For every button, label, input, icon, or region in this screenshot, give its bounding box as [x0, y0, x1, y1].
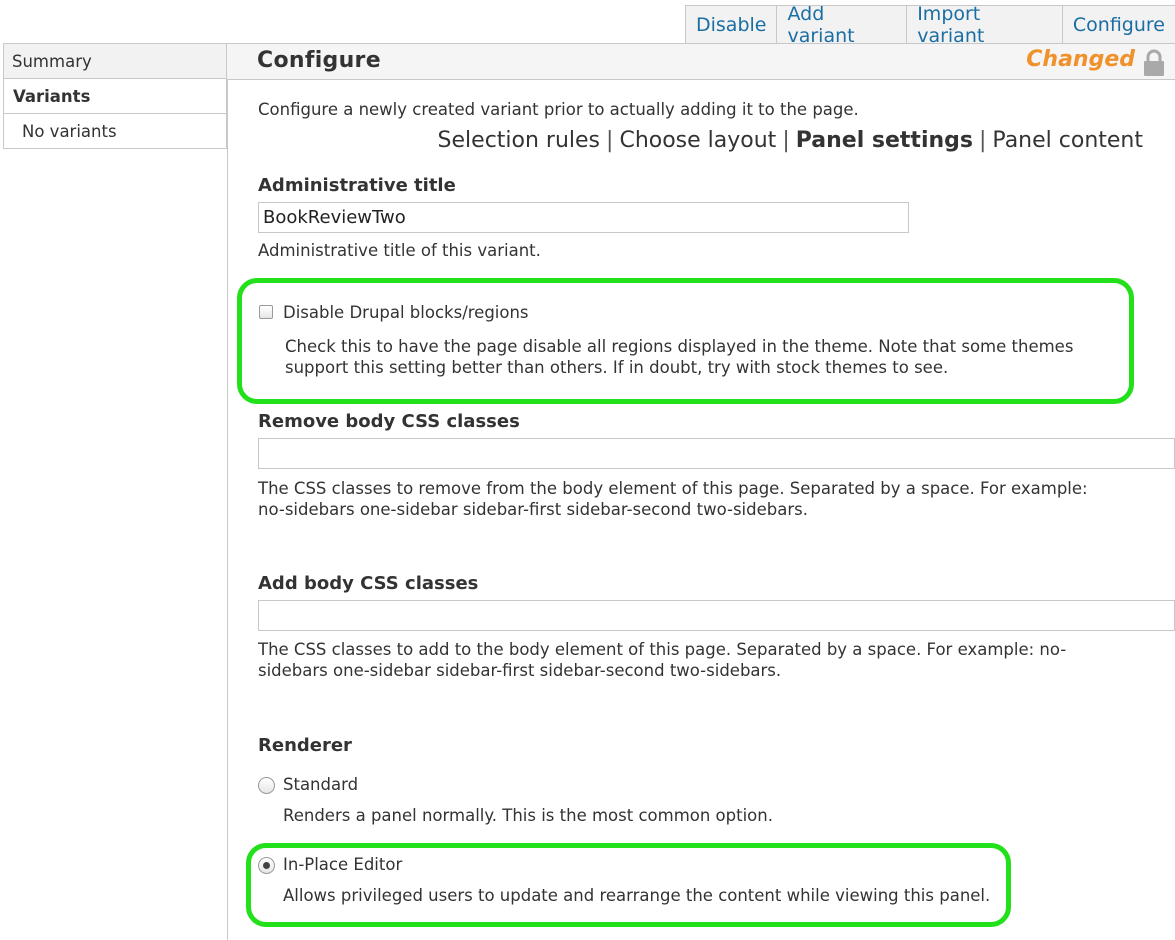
sidebar-heading-variants: Variants: [3, 78, 227, 114]
sidebar-item-summary[interactable]: Summary: [3, 43, 227, 79]
page-title: Configure: [257, 48, 381, 73]
admin-title-input[interactable]: [258, 202, 909, 233]
variant-tabs: Disable Add variant Import variant Confi…: [685, 3, 1175, 47]
admin-title-description: Administrative title of this variant.: [258, 241, 541, 260]
admin-title-label: Administrative title: [258, 175, 456, 196]
tab-disable[interactable]: Disable: [685, 5, 778, 43]
wizard-steps: Selection rules | Choose layout | Panel sett…: [437, 128, 1143, 153]
disable-blocks-checkbox[interactable]: [259, 305, 273, 319]
add-css-description-line1: The CSS classes to add to the body eleme…: [258, 640, 1067, 659]
sidebar: Summary Variants No variants: [3, 43, 227, 149]
renderer-label: Renderer: [258, 735, 352, 756]
step-panel-content[interactable]: Panel content: [992, 128, 1143, 153]
tab-configure[interactable]: Configure: [1061, 5, 1175, 43]
remove-css-label: Remove body CSS classes: [258, 411, 520, 432]
remove-css-description-line2: no-sidebars one-sidebar sidebar-first si…: [258, 500, 808, 519]
renderer-in-place-editor-description: Allows privileged users to update and re…: [283, 886, 991, 905]
renderer-in-place-editor-label[interactable]: In-Place Editor: [283, 854, 402, 875]
step-selection-rules[interactable]: Selection rules: [438, 128, 600, 153]
step-choose-layout[interactable]: Choose layout: [619, 128, 776, 153]
add-css-input[interactable]: [258, 600, 1175, 631]
disable-blocks-description-line1: Check this to have the page disable all …: [285, 337, 1074, 356]
intro-text: Configure a newly created variant prior …: [258, 100, 859, 119]
remove-css-description-line1: The CSS classes to remove from the body …: [258, 479, 1088, 498]
renderer-standard-description: Renders a panel normally. This is the mo…: [283, 806, 773, 825]
lock-icon: [1144, 49, 1164, 76]
tab-import-variant[interactable]: Import variant: [906, 3, 1063, 47]
sidebar-item-no-variants: No variants: [3, 113, 227, 149]
tab-add-variant[interactable]: Add variant: [776, 3, 908, 47]
disable-blocks-label[interactable]: Disable Drupal blocks/regions: [283, 302, 529, 323]
step-panel-settings: Panel settings: [795, 128, 973, 153]
renderer-standard-label[interactable]: Standard: [283, 774, 358, 795]
remove-css-input[interactable]: [258, 438, 1175, 469]
add-css-label: Add body CSS classes: [258, 573, 479, 594]
add-css-description-line2: sidebars one-sidebar sidebar-first sideb…: [258, 661, 782, 680]
main-divider: [227, 43, 228, 940]
main-header: Configure Changed: [227, 43, 1175, 80]
changed-status: Changed: [1026, 47, 1135, 72]
renderer-in-place-editor-radio[interactable]: [258, 857, 275, 874]
renderer-standard-radio[interactable]: [258, 777, 275, 794]
disable-blocks-description-line2: support this setting better than others.…: [285, 358, 949, 377]
